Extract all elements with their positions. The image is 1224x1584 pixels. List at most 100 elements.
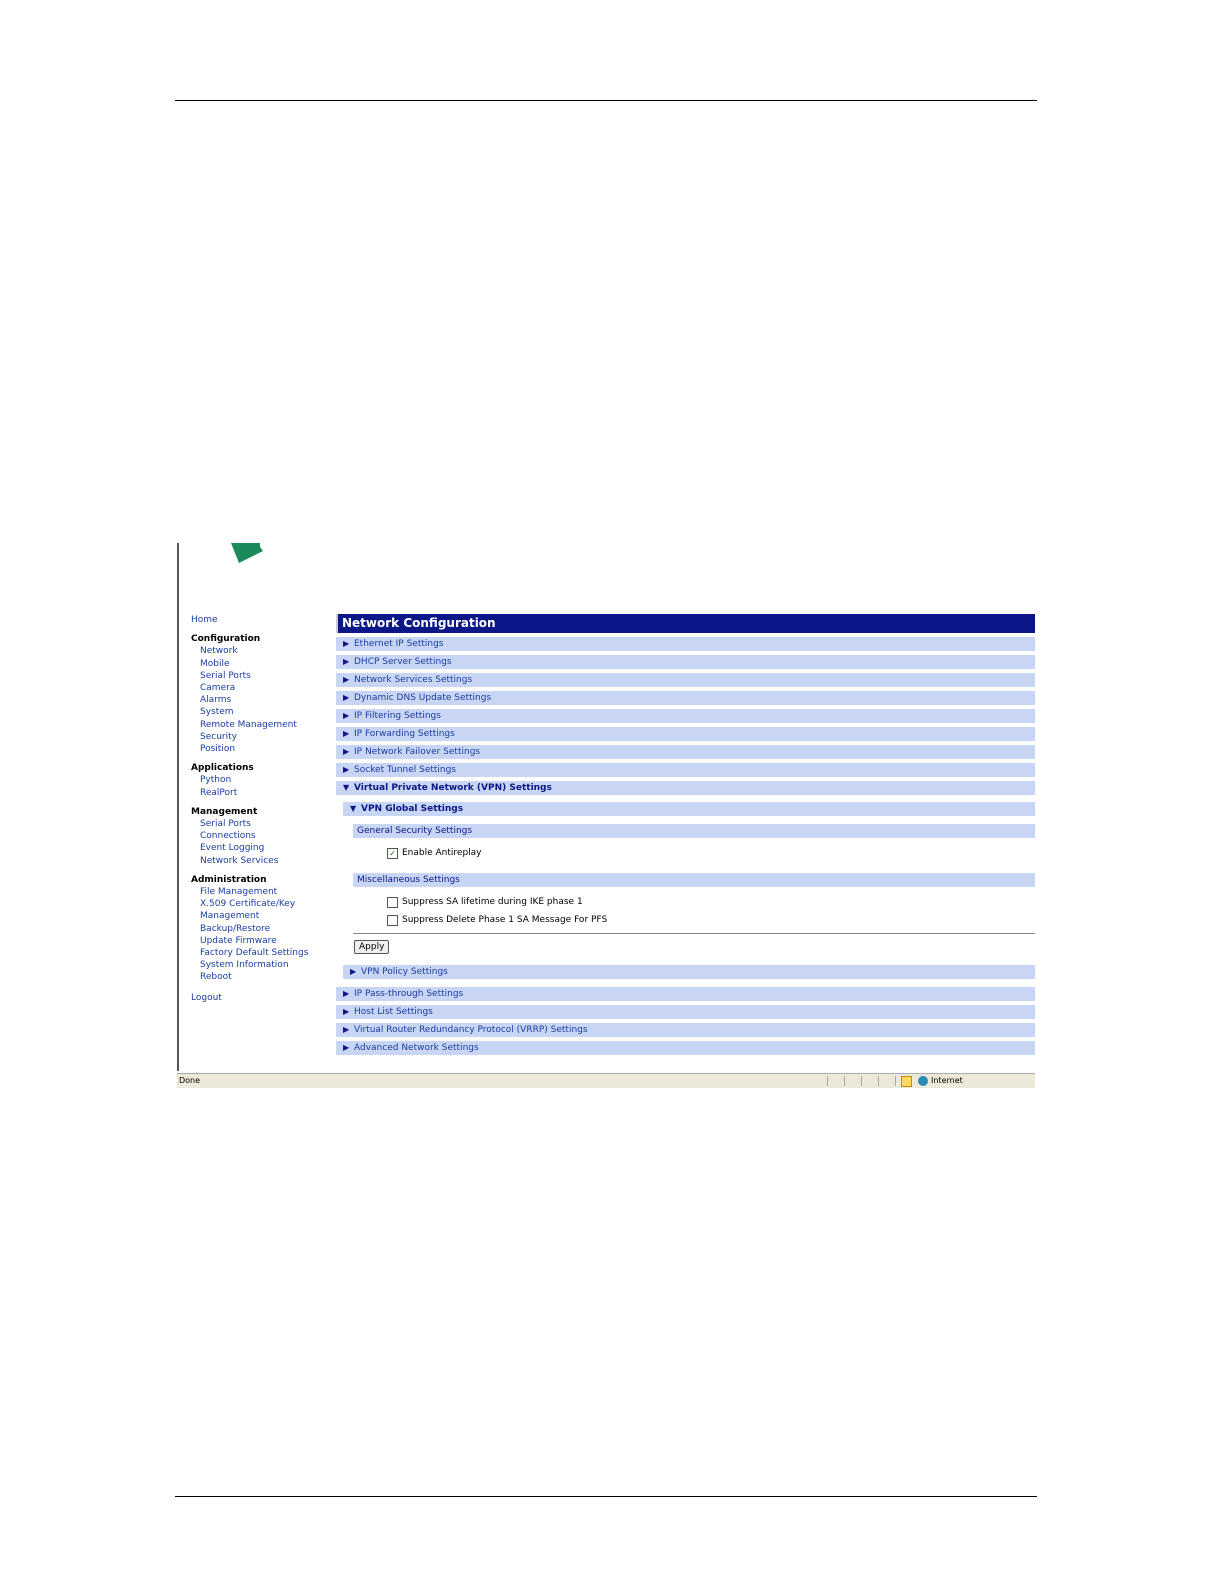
suppress-sa-label: Suppress SA lifetime during IKE phase 1 [402,897,583,907]
sidebar-item-system[interactable]: System [191,706,341,718]
triangle-right-icon: ▶ [343,711,350,720]
section-label: VPN Policy Settings [361,967,448,977]
sidebar-item-connections[interactable]: Connections [191,830,341,842]
sidebar-item-factory-defaults[interactable]: Factory Default Settings [191,947,341,959]
sidebar-item-x509-management[interactable]: Management [191,910,341,922]
suppress-sa-row: Suppress SA lifetime during IKE phase 1 [336,895,1035,909]
triangle-right-icon: ▶ [343,639,350,648]
sidebar-item-logout[interactable]: Logout [191,992,341,1004]
sidebar-item-camera[interactable]: Camera [191,682,341,694]
triangle-right-icon: ▶ [343,747,350,756]
sidebar-section-administration: Administration [191,874,267,885]
page-top-rule [175,100,1037,101]
sidebar-section-configuration: Configuration [191,634,261,645]
sidebar-item-file-management[interactable]: File Management [191,886,341,898]
section-ip-pass-through[interactable]: ▶ IP Pass-through Settings [336,987,1035,1001]
section-dynamic-dns[interactable]: ▶ Dynamic DNS Update Settings [336,691,1035,705]
section-ip-filtering[interactable]: ▶ IP Filtering Settings [336,709,1035,723]
section-socket-tunnel[interactable]: ▶ Socket Tunnel Settings [336,763,1035,777]
browser-status-bar: Done Internet [177,1073,1035,1088]
enable-antireplay-label: Enable Antireplay [402,848,482,858]
section-advanced-network[interactable]: ▶ Advanced Network Settings [336,1041,1035,1055]
sidebar-item-alarms[interactable]: Alarms [191,694,341,706]
subsection-general-security: General Security Settings [353,824,1035,838]
section-ethernet-ip[interactable]: ▶ Ethernet IP Settings [336,637,1035,651]
sidebar-item-update-firmware[interactable]: Update Firmware [191,935,341,947]
page-title: Network Configuration [336,614,1035,633]
suppress-sa-checkbox[interactable] [387,897,398,908]
section-label: Dynamic DNS Update Settings [354,693,492,703]
sidebar-item-mgmt-serial-ports[interactable]: Serial Ports [191,818,341,830]
status-divider [844,1076,845,1086]
section-vpn[interactable]: ▼ Virtual Private Network (VPN) Settings [336,781,1035,795]
triangle-right-icon: ▶ [343,657,350,666]
section-vpn-global[interactable]: ▼ VPN Global Settings [343,802,1035,816]
sidebar-item-python[interactable]: Python [191,774,341,786]
status-divider [827,1076,828,1086]
section-label: IP Filtering Settings [354,711,441,721]
section-label: Advanced Network Settings [354,1043,479,1053]
enable-antireplay-row: ✓ Enable Antireplay [336,846,1035,860]
section-ip-network-failover[interactable]: ▶ IP Network Failover Settings [336,745,1035,759]
section-label: Network Services Settings [354,675,473,685]
sidebar-item-remote-management[interactable]: Remote Management [191,719,341,731]
subsection-label: Miscellaneous Settings [357,875,460,885]
triangle-down-icon: ▼ [350,804,357,813]
section-vrrp[interactable]: ▶ Virtual Router Redundancy Protocol (VRR… [336,1023,1035,1037]
enable-antireplay-checkbox[interactable]: ✓ [387,848,398,859]
section-label: VPN Global Settings [361,804,464,814]
sidebar-item-backup-restore[interactable]: Backup/Restore [191,923,341,935]
security-zone-label: Internet [931,1076,963,1085]
section-label: Host List Settings [354,1007,433,1017]
suppress-delete-checkbox[interactable] [387,915,398,926]
main-panel: Network Configuration ▶ Ethernet IP Setti… [336,614,1035,1055]
globe-icon [918,1076,928,1086]
suppress-delete-row: Suppress Delete Phase 1 SA Message For P… [336,913,1035,927]
triangle-right-icon: ▶ [343,1007,350,1016]
status-divider [861,1076,862,1086]
security-lock-icon [901,1076,912,1087]
browser-screenshot: Home Configuration Network Mobile Serial… [177,543,1035,1089]
section-label: IP Forwarding Settings [354,729,455,739]
section-label: Virtual Router Redundancy Protocol (VRRP… [354,1025,588,1035]
sidebar-item-network-services[interactable]: Network Services [191,855,341,867]
triangle-right-icon: ▶ [350,967,357,976]
section-dhcp-server[interactable]: ▶ DHCP Server Settings [336,655,1035,669]
section-label: Socket Tunnel Settings [354,765,457,775]
sidebar-item-system-information[interactable]: System Information [191,959,341,971]
section-host-list[interactable]: ▶ Host List Settings [336,1005,1035,1019]
triangle-right-icon: ▶ [343,1025,350,1034]
sidebar-item-x509-certificate[interactable]: X.509 Certificate/Key [191,898,341,910]
triangle-right-icon: ▶ [343,675,350,684]
section-label: IP Network Failover Settings [354,747,481,757]
divider [353,933,1035,934]
sidebar-section-management: Management [191,806,258,817]
section-label: DHCP Server Settings [354,657,452,667]
triangle-right-icon: ▶ [343,989,350,998]
triangle-right-icon: ▶ [343,729,350,738]
apply-button[interactable]: Apply [354,940,390,954]
sidebar-item-serial-ports[interactable]: Serial Ports [191,670,341,682]
sidebar-item-network[interactable]: Network [191,645,341,657]
sidebar-item-security[interactable]: Security [191,731,341,743]
triangle-right-icon: ▶ [343,1043,350,1052]
status-text: Done [179,1076,201,1085]
section-label: Ethernet IP Settings [354,639,444,649]
sidebar-item-realport[interactable]: RealPort [191,787,341,799]
section-network-services[interactable]: ▶ Network Services Settings [336,673,1035,687]
window-edge [177,543,179,1071]
section-ip-forwarding[interactable]: ▶ IP Forwarding Settings [336,727,1035,741]
sidebar-item-home[interactable]: Home [191,614,341,626]
sidebar-item-reboot[interactable]: Reboot [191,971,341,983]
sidebar-nav: Home Configuration Network Mobile Serial… [191,614,341,1004]
sidebar-item-position[interactable]: Position [191,743,341,755]
triangle-right-icon: ▶ [343,765,350,774]
triangle-right-icon: ▶ [343,693,350,702]
sidebar-item-mobile[interactable]: Mobile [191,658,341,670]
sidebar-item-event-logging[interactable]: Event Logging [191,842,341,854]
section-label: Virtual Private Network (VPN) Settings [354,783,552,793]
sidebar-section-applications: Applications [191,763,254,774]
status-divider [878,1076,879,1086]
section-label: IP Pass-through Settings [354,989,464,999]
section-vpn-policy[interactable]: ▶ VPN Policy Settings [343,965,1035,979]
